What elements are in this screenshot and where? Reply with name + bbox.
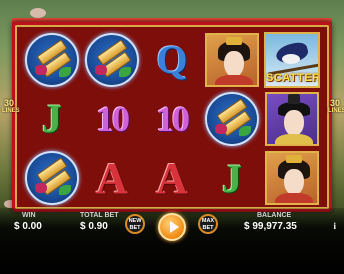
ten-symbol: 10 <box>96 98 130 139</box>
gold-coin-symbol <box>25 32 79 87</box>
scatter-label: SCATTER <box>266 71 320 84</box>
lines-indicator-left: 30 LINES <box>2 98 20 115</box>
new-bet-label-top: NEW <box>128 218 142 224</box>
lady-portrait-symbol <box>205 32 259 87</box>
reel-cell: J <box>22 89 82 148</box>
reel-cell: J <box>202 149 262 208</box>
max-bet-button[interactable]: MAX BET <box>198 214 218 234</box>
reel-cell: 10 <box>82 89 142 148</box>
balance-label: BALANCE <box>257 212 292 219</box>
new-bet-button[interactable]: NEW BET <box>125 214 145 234</box>
lines-word-left: LINES <box>2 108 20 114</box>
max-bet-label-top: MAX <box>201 218 215 224</box>
gold-coin-symbol <box>205 91 259 146</box>
lines-word-right: LINES <box>328 108 344 114</box>
reel-cell: A <box>142 149 202 208</box>
reel-cell: Q <box>142 30 202 89</box>
ten-symbol: 10 <box>156 98 190 139</box>
gold-coin-symbol <box>25 151 79 206</box>
lines-count-right: 30 <box>329 98 340 108</box>
max-bet-label-bottom: BET <box>202 225 214 231</box>
j-symbol: J <box>222 155 242 201</box>
info-button[interactable]: i <box>333 221 336 231</box>
total-bet-value: $ 0.90 <box>80 221 108 232</box>
reel-cell <box>202 89 262 148</box>
a-symbol: A <box>96 153 128 203</box>
reel-cell <box>262 89 322 148</box>
lady-portrait-symbol <box>265 151 319 206</box>
reel-cell <box>202 30 262 89</box>
reel-cell: A <box>82 149 142 208</box>
lines-indicator-right: 30 LINES <box>328 98 344 115</box>
balance-value: $ 99,977.35 <box>244 221 297 232</box>
play-icon <box>170 221 179 233</box>
reel-cell <box>82 30 142 89</box>
win-value: $ 0.00 <box>14 221 42 232</box>
total-bet-label: TOTAL BET <box>80 212 119 219</box>
reel-cell <box>262 149 322 208</box>
a-symbol: A <box>156 153 188 203</box>
lord-portrait-symbol <box>265 91 319 146</box>
scatter-symbol: SCATTER <box>264 31 320 88</box>
reel-cell <box>22 149 82 208</box>
gold-coin-symbol <box>85 32 139 87</box>
reel-grid: Q SCATTER J 10 10 A A J <box>22 30 322 208</box>
blossom <box>30 8 46 18</box>
q-symbol: Q <box>156 37 188 83</box>
reel-cell: 10 <box>142 89 202 148</box>
new-bet-label-bottom: BET <box>129 225 141 231</box>
spin-button[interactable] <box>158 213 186 241</box>
reel-cell <box>22 30 82 89</box>
win-label: WIN <box>22 212 36 219</box>
reel-cell: SCATTER <box>262 30 322 89</box>
j-symbol: J <box>42 96 62 142</box>
lines-count-left: 30 <box>3 98 14 108</box>
